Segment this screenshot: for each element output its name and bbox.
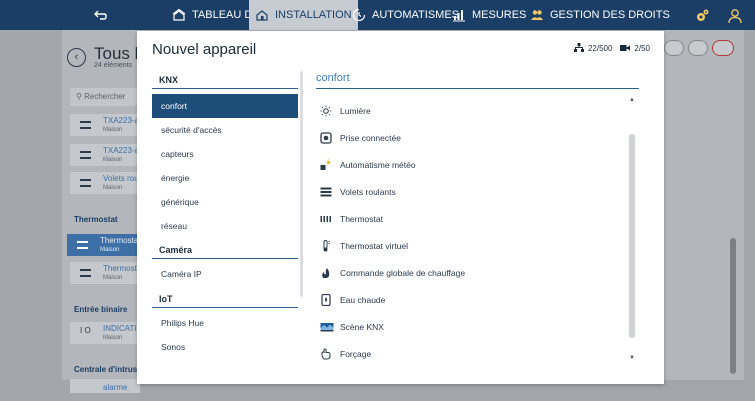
device-list-header: confort (316, 72, 350, 84)
search-placeholder: Rechercher (84, 92, 126, 101)
thermostat-icon (77, 241, 88, 249)
category-camera-ip[interactable]: Caméra IP (152, 262, 298, 286)
device-list: confort Lumière Prise connectée Automati… (310, 70, 642, 364)
category-philips-hue[interactable]: Philips Hue (152, 311, 298, 335)
user-icon[interactable] (727, 8, 743, 24)
thermometer-icon (320, 240, 332, 252)
nav-installation[interactable]: INSTALLATION (249, 0, 358, 30)
thermostat-icon (320, 213, 332, 225)
scene-icon (320, 321, 334, 333)
dialog-title: Nouvel appareil (152, 41, 257, 58)
device-thermostat-virtuel[interactable]: Thermostat virtuel (320, 236, 408, 256)
section-title: Centrale d'intrus (74, 365, 138, 374)
scroll-up-arrow[interactable]: ▲ (629, 97, 635, 103)
list-item[interactable]: alarme (70, 379, 140, 393)
nav-mesures[interactable]: MESURES (446, 0, 532, 30)
settings-icon[interactable] (694, 8, 710, 24)
nav-label: GESTION DES DROITS (550, 9, 670, 21)
element-count: 24 éléments (94, 62, 133, 69)
automation-icon (352, 8, 366, 22)
device-scene-knx[interactable]: Scène KNX (320, 317, 384, 337)
shutter-icon (320, 186, 332, 198)
device-icon (80, 121, 91, 129)
header-divider (316, 88, 639, 89)
light-bulb-icon (320, 105, 332, 117)
device-label: Thermostat (340, 214, 383, 224)
back-button[interactable]: ‹ (67, 48, 86, 67)
device-scrollbar[interactable] (629, 134, 635, 338)
category-generique[interactable]: générique (152, 190, 298, 214)
nav-gestion-des-droits[interactable]: GESTION DES DROITS (524, 0, 676, 30)
new-device-dialog: Nouvel appareil 22/500 2/50 KNX confort … (137, 31, 664, 384)
binary-input-icon: I O (80, 326, 91, 335)
device-thermostat[interactable]: Thermostat (320, 209, 383, 229)
list-item[interactable]: TXA223-a Maison (70, 114, 140, 136)
device-icon (80, 179, 91, 187)
list-item[interactable]: I O INDICATI Maison (70, 322, 140, 344)
scroll-down-arrow[interactable]: ▼ (629, 355, 635, 361)
nav-label: MESURES (472, 9, 527, 21)
section-title: Entrée binaire (74, 305, 128, 314)
heating-icon (320, 267, 332, 279)
section-title: Thermostat (74, 215, 118, 224)
list-item[interactable]: TXA223-a Maison (70, 144, 140, 166)
return-icon[interactable] (92, 7, 108, 23)
device-automatisme-meteo[interactable]: Automatisme météo (320, 155, 416, 175)
list-item[interactable]: Thermosta Maison (70, 262, 141, 284)
home-icon (172, 8, 186, 22)
hand-icon (320, 348, 332, 360)
device-tree-icon (573, 43, 584, 54)
list-item[interactable]: Volets rou Maison (70, 172, 140, 194)
device-count: 22/500 (587, 44, 613, 53)
category-securite-acces[interactable]: sécurité d'accès (152, 118, 298, 142)
device-label: Volets roulants (340, 187, 396, 197)
nav-label: INSTALLATION (275, 9, 352, 21)
camera-count: 2/50 (634, 44, 650, 53)
device-counters: 22/500 2/50 (573, 43, 650, 54)
device-icon (80, 151, 91, 159)
device-commande-globale-chauffage[interactable]: Commande globale de chauffage (320, 263, 465, 283)
chart-icon (452, 8, 466, 22)
device-label: Prise connectée (340, 133, 401, 143)
device-lumiere[interactable]: Lumière (320, 101, 371, 121)
device-prise-connectee[interactable]: Prise connectée (320, 128, 401, 148)
category-header-iot: IoT (152, 291, 298, 308)
search-icon: ⚲ (76, 92, 82, 101)
category-capteurs[interactable]: capteurs (152, 142, 298, 166)
lock-button[interactable] (664, 40, 684, 56)
category-reseau[interactable]: réseau (152, 214, 298, 238)
water-heater-icon (320, 293, 332, 307)
house-outline-icon (255, 8, 269, 22)
device-label: Thermostat virtuel (340, 241, 409, 251)
device-label: Forçage (340, 349, 372, 359)
device-label: Eau chaude (340, 295, 386, 305)
device-label: Commande globale de chauffage (340, 268, 466, 278)
users-icon (530, 8, 544, 22)
category-header-camera: Caméra (152, 242, 298, 259)
device-eau-chaude[interactable]: Eau chaude (320, 290, 385, 310)
device-label: Automatisme météo (340, 160, 416, 170)
background-scrollbar[interactable] (730, 238, 736, 374)
search-input[interactable]: ⚲ Rechercher (70, 88, 140, 106)
copy-button[interactable] (688, 40, 708, 56)
socket-icon (320, 132, 332, 144)
category-header-knx: KNX (152, 72, 298, 89)
thermostat-icon (80, 269, 91, 277)
weather-icon (320, 159, 332, 171)
category-scrollbar[interactable] (300, 71, 303, 297)
device-label: Lumière (340, 106, 371, 116)
category-list: KNX confort sécurité d'accès capteurs én… (152, 70, 298, 364)
device-label: Scène KNX (340, 322, 384, 332)
list-item[interactable]: Thermosta Maison (67, 234, 140, 256)
category-energie[interactable]: énergie (152, 166, 298, 190)
delete-button[interactable] (712, 40, 734, 56)
category-confort[interactable]: confort (152, 94, 298, 118)
category-sonos[interactable]: Sonos (152, 335, 298, 359)
camera-icon (620, 44, 631, 54)
top-nav: TABLEAU DE BORD INSTALLATION AUTOMATISME… (0, 0, 755, 30)
device-forcage[interactable]: Forçage (320, 344, 371, 364)
device-volets-roulants[interactable]: Volets roulants (320, 182, 396, 202)
